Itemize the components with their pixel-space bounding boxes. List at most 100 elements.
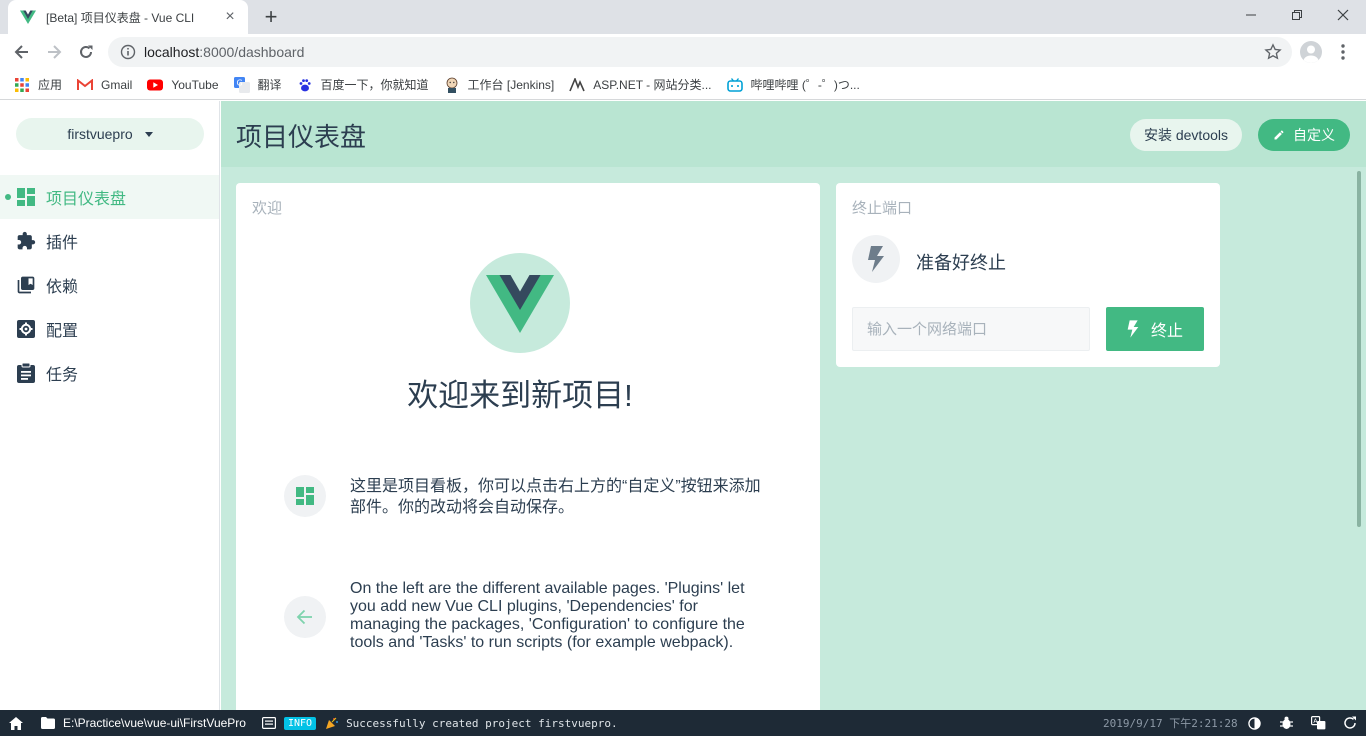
sidebar-item-label: 项目仪表盘	[46, 191, 127, 208]
dashboard-icon	[16, 187, 36, 207]
widget-title: 终止端口	[852, 200, 913, 217]
sidebar-item-dashboard[interactable]: 项目仪表盘	[0, 175, 219, 219]
install-devtools-button[interactable]: 安装 devtools	[1130, 119, 1242, 151]
back-arrow-icon[interactable]	[6, 36, 38, 68]
flash-icon	[852, 235, 900, 283]
baidu-paw-icon	[297, 77, 313, 93]
kill-button-label: 终止	[1150, 323, 1183, 340]
bookmark-gmail[interactable]: Gmail	[77, 77, 132, 93]
vue-logo-icon	[470, 253, 570, 353]
url-host: localhost	[144, 44, 200, 60]
bookmark-label: 应用	[38, 78, 63, 92]
port-input[interactable]	[852, 307, 1090, 351]
bookmark-apps[interactable]: 应用	[14, 76, 62, 93]
puzzle-icon	[16, 231, 36, 251]
sidebar-item-dependencies[interactable]: 依赖	[0, 263, 219, 307]
profile-avatar-icon[interactable]	[1300, 41, 1322, 63]
bookmark-youtube[interactable]: YouTube	[147, 77, 219, 93]
bookmark-baidu[interactable]: 百度一下，你就知道	[297, 76, 429, 93]
console-icon	[261, 717, 276, 729]
dashboard-main: 项目仪表盘 安装 devtools 自定义 欢迎 欢迎来到新项目! 这里是项目看…	[221, 101, 1366, 710]
bookmark-label: Gmail	[101, 77, 133, 92]
dashboard-tip-icon	[284, 475, 326, 517]
translate-icon: G	[233, 76, 250, 93]
bilibili-icon	[726, 77, 743, 93]
project-name: firstvuepro	[67, 126, 133, 142]
info-circle-icon[interactable]	[120, 44, 136, 60]
jenkins-icon	[444, 77, 460, 93]
apps-grid-icon	[14, 77, 30, 93]
arrow-left-icon	[284, 596, 326, 638]
widget-title: 欢迎	[252, 200, 283, 217]
page-title: 项目仪表盘	[236, 122, 367, 152]
forward-arrow-icon[interactable]	[38, 36, 70, 68]
pencil-icon	[1274, 130, 1284, 140]
dark-mode-icon[interactable]	[1246, 715, 1262, 731]
sidebar-item-plugins[interactable]: 插件	[0, 219, 219, 263]
kill-button[interactable]: 终止	[1106, 307, 1204, 351]
project-path: E:\Practice\vue\vue-ui\FirstVuePro	[63, 716, 246, 730]
dashboard-header: 项目仪表盘 安装 devtools 自定义	[221, 101, 1366, 167]
browser-tabstrip: [Beta] 项目仪表盘 - Vue CLI × +	[0, 0, 1366, 34]
vue-favicon-icon	[20, 10, 36, 24]
refresh-icon[interactable]	[1342, 715, 1358, 731]
vue-ui-app: firstvuepro 项目仪表盘 插件 依赖 配置 任务 项目仪表盘 安装 d…	[0, 101, 1366, 710]
bookmark-label: 翻译	[257, 78, 282, 92]
bookmark-bilibili[interactable]: 哔哩哔哩 (゜-゜)つ...	[726, 76, 860, 93]
sidebar-item-tasks[interactable]: 任务	[0, 351, 219, 395]
customize-label: 自定义	[1293, 127, 1335, 143]
welcome-widget: 欢迎 欢迎来到新项目! 这里是项目看板，你可以点击右上方的“自定义”按钮来添加部…	[236, 183, 820, 710]
caret-down-icon	[144, 131, 153, 137]
bookmark-aspnet[interactable]: ASP.NET - 网站分类...	[569, 76, 712, 93]
url-text: localhost:8000/dashboard	[144, 44, 304, 60]
new-tab-icon[interactable]: +	[258, 4, 284, 30]
browser-toolbar: localhost:8000/dashboard	[0, 34, 1366, 70]
welcome-heading: 欢迎来到新项目!	[407, 378, 633, 413]
project-folder[interactable]: E:\Practice\vue\vue-ui\FirstVuePro	[41, 710, 246, 736]
reload-icon[interactable]	[70, 36, 102, 68]
flash-icon	[1127, 320, 1139, 338]
bookmark-jenkins[interactable]: 工作台 [Jenkins]	[444, 76, 555, 93]
bookmark-label: 哔哩哔哩 (゜-゜)つ...	[750, 78, 860, 92]
bookmark-label: 工作台 [Jenkins]	[467, 78, 555, 92]
console-log[interactable]: INFO Successfully created project firstv…	[261, 710, 618, 736]
customize-button[interactable]: 自定义	[1258, 119, 1350, 151]
tab-close-icon[interactable]: ×	[222, 8, 238, 26]
sidebar-item-label: 配置	[46, 323, 79, 340]
url-path: :8000/dashboard	[199, 44, 305, 60]
sidebar-item-label: 依赖	[46, 279, 79, 296]
bug-report-icon[interactable]	[1278, 715, 1294, 731]
assignment-icon	[16, 363, 36, 383]
tip-pages-text: On the left are the different available …	[350, 580, 745, 651]
translate-icon[interactable]: A	[1310, 715, 1326, 731]
restore-icon[interactable]	[1274, 0, 1320, 30]
gmail-icon	[77, 77, 94, 93]
party-popper-icon	[326, 717, 339, 729]
bookmark-label: 百度一下，你就知道	[320, 78, 429, 92]
tab-title: [Beta] 项目仪表盘 - Vue CLI	[46, 10, 195, 25]
bookmark-label: ASP.NET - 网站分类...	[593, 78, 712, 92]
sidebar-item-label: 任务	[46, 367, 79, 384]
sidebar: firstvuepro 项目仪表盘 插件 依赖 配置 任务	[0, 101, 220, 710]
status-timestamp: 2019/9/17 下午2:21:28	[1103, 717, 1238, 730]
sidebar-nav: 项目仪表盘 插件 依赖 配置 任务	[0, 175, 219, 395]
bookmark-translate[interactable]: G 翻译	[233, 76, 282, 93]
svg-text:G: G	[236, 78, 242, 87]
minimize-icon[interactable]	[1228, 0, 1274, 30]
browser-menu-icon[interactable]	[1336, 42, 1350, 62]
scrollbar[interactable]	[1357, 171, 1361, 527]
folder-icon	[41, 717, 55, 729]
youtube-icon	[147, 77, 164, 93]
address-bar[interactable]: localhost:8000/dashboard	[108, 37, 1292, 67]
sidebar-item-configuration[interactable]: 配置	[0, 307, 219, 351]
home-icon[interactable]	[9, 710, 23, 736]
bookmark-star-icon[interactable]	[1264, 43, 1282, 61]
kill-status-text: 准备好终止	[916, 253, 1006, 273]
project-selector[interactable]: firstvuepro	[16, 118, 204, 150]
tip-customize-text: 这里是项目看板，你可以点击右上方的“自定义”按钮来添加部件。你的改动将会自动保存…	[350, 478, 761, 516]
log-level-badge: INFO	[283, 716, 317, 730]
asp-net-icon	[569, 77, 585, 93]
window-close-icon[interactable]	[1320, 0, 1366, 30]
browser-tab[interactable]: [Beta] 项目仪表盘 - Vue CLI ×	[8, 0, 248, 34]
kill-port-widget: 终止端口 准备好终止 终止	[836, 183, 1220, 367]
